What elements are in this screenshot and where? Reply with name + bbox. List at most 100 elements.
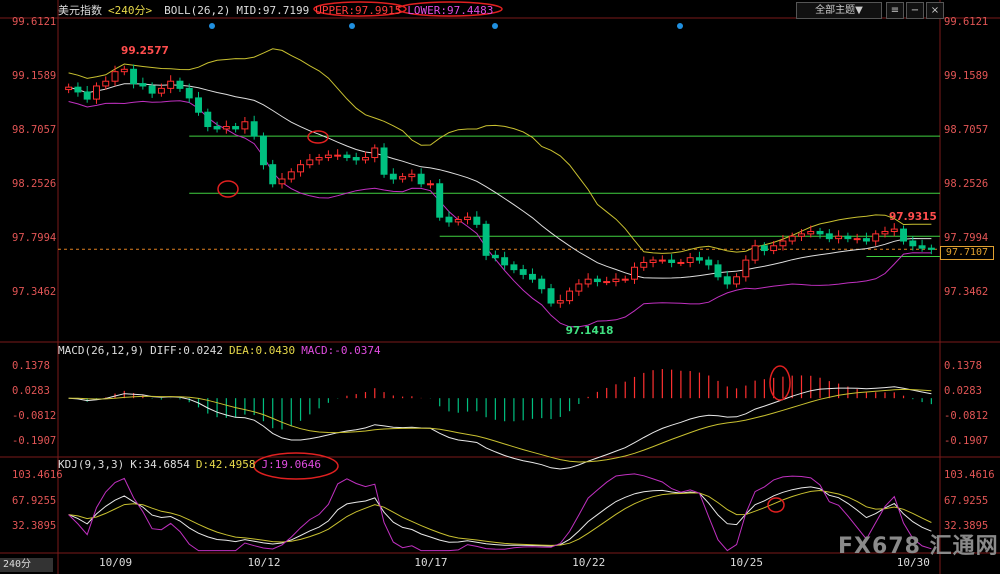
candle-body xyxy=(157,87,165,94)
macd-dea: DEA:0.0430 xyxy=(228,344,296,357)
close-icon[interactable]: × xyxy=(926,2,944,19)
x-tick-label: 10/09 xyxy=(99,556,133,569)
candle-body xyxy=(714,264,722,278)
watermark: FX678 汇通网 xyxy=(838,534,999,559)
candle-body xyxy=(185,87,193,99)
candle-body xyxy=(371,147,379,159)
boll-lower-line xyxy=(68,100,932,328)
kdj-d: D:42.4958 xyxy=(195,458,256,471)
x-tick-label: 10/12 xyxy=(247,556,281,569)
y-tick-label: 98.7057 xyxy=(944,123,989,136)
y-tick-label: 97.3462 xyxy=(12,285,57,298)
boll-mid: MID:97.7199 xyxy=(236,4,310,17)
annotation-high: 99.2577 xyxy=(121,44,169,57)
candle-body xyxy=(436,183,444,218)
candle-body xyxy=(649,259,657,263)
candle-body xyxy=(593,278,601,283)
event-dot xyxy=(349,23,355,29)
candle-body xyxy=(380,147,388,175)
candle-body xyxy=(556,300,564,304)
candle-body xyxy=(909,240,917,247)
candle-body xyxy=(538,278,546,290)
y-tick-label: -0.1907 xyxy=(944,434,989,447)
candle-body xyxy=(454,219,462,223)
y-tick-label: 97.3462 xyxy=(944,285,989,298)
candle-body xyxy=(241,121,249,130)
candle-body xyxy=(278,178,286,185)
candle-body xyxy=(102,80,110,87)
candle-body xyxy=(464,216,472,221)
horizontal-levels xyxy=(58,135,940,258)
candle-body xyxy=(501,257,509,266)
candle-body xyxy=(890,228,898,232)
candle-body xyxy=(445,216,453,223)
y-tick-label: 0.1378 xyxy=(12,359,50,372)
candle-body xyxy=(482,223,490,256)
candle-body xyxy=(83,91,91,100)
candle-body xyxy=(204,111,212,128)
candlesticks[interactable] xyxy=(65,64,935,308)
candle-body xyxy=(918,245,926,249)
candle-body xyxy=(807,230,815,235)
y-tick-label: -0.0812 xyxy=(944,409,989,422)
candle-body xyxy=(862,238,870,242)
candle-body xyxy=(621,278,629,281)
candle-body xyxy=(510,264,518,271)
candle-body xyxy=(612,278,620,283)
candle-body xyxy=(770,245,778,252)
candle-body xyxy=(723,276,731,285)
candle-body xyxy=(417,173,425,185)
candle-body xyxy=(408,173,416,178)
price-header: 美元指数 <240分> BOLL(26,2) MID:97.7199 UPPER:97.… xyxy=(58,2,499,18)
kdj-name: KDJ(9,3,3) xyxy=(58,458,125,471)
candle-body xyxy=(519,269,527,275)
candle-body xyxy=(798,233,805,237)
candle-body xyxy=(872,233,880,242)
candle-body xyxy=(315,157,323,161)
y-tick-label: 99.6121 xyxy=(12,15,57,28)
highlight-ellipse xyxy=(769,365,791,401)
event-dot xyxy=(677,23,683,29)
y-tick-label: 98.2526 xyxy=(12,177,57,190)
candle-body xyxy=(343,154,351,159)
candle-body xyxy=(927,247,935,250)
candle-body xyxy=(547,288,555,304)
candle-body xyxy=(603,281,611,284)
boll-lower: LOWER:97.4483 xyxy=(407,4,494,17)
x-tick-label: 10/25 xyxy=(729,556,763,569)
candle-body xyxy=(881,230,889,235)
candle-body xyxy=(853,238,861,241)
y-tick-label: 0.0283 xyxy=(944,384,982,397)
theme-dropdown[interactable]: 全部主题▼ xyxy=(796,2,882,19)
candle-body xyxy=(779,240,787,247)
candle-body xyxy=(130,68,138,85)
candle-body xyxy=(399,176,407,180)
y-tick-label: 103.4616 xyxy=(944,469,995,482)
candle-body xyxy=(176,80,184,89)
symbol-name: 美元指数 xyxy=(58,4,102,17)
period-label: <240分> xyxy=(108,4,153,17)
macd-panel xyxy=(68,369,932,470)
candle-body xyxy=(751,245,759,261)
candle-body xyxy=(816,230,824,235)
minimize-icon[interactable]: − xyxy=(906,2,924,19)
macd-diff: DIFF:0.0242 xyxy=(150,344,223,357)
candle-body xyxy=(213,126,221,130)
bollinger-bands xyxy=(68,48,932,328)
candle-body xyxy=(640,261,648,268)
indicator-name: BOLL(26,2) xyxy=(164,4,231,17)
candle-body xyxy=(473,216,481,225)
candle-body xyxy=(250,121,258,137)
x-tick-label: 10/22 xyxy=(572,556,606,569)
candle-body xyxy=(195,97,202,113)
candle-body xyxy=(677,261,685,264)
y-tick-label: -0.1907 xyxy=(12,434,57,447)
period-tab[interactable]: 240分 xyxy=(0,558,53,572)
candle-body xyxy=(631,266,638,280)
candle-body xyxy=(232,126,240,130)
kdj-header: KDJ(9,3,3) K:34.6854 D:42.4958 J:19.0646 xyxy=(58,458,327,471)
candle-body xyxy=(760,245,768,252)
list-icon[interactable]: ≡ xyxy=(886,2,904,19)
candle-body xyxy=(324,154,332,159)
candle-body xyxy=(844,235,852,240)
